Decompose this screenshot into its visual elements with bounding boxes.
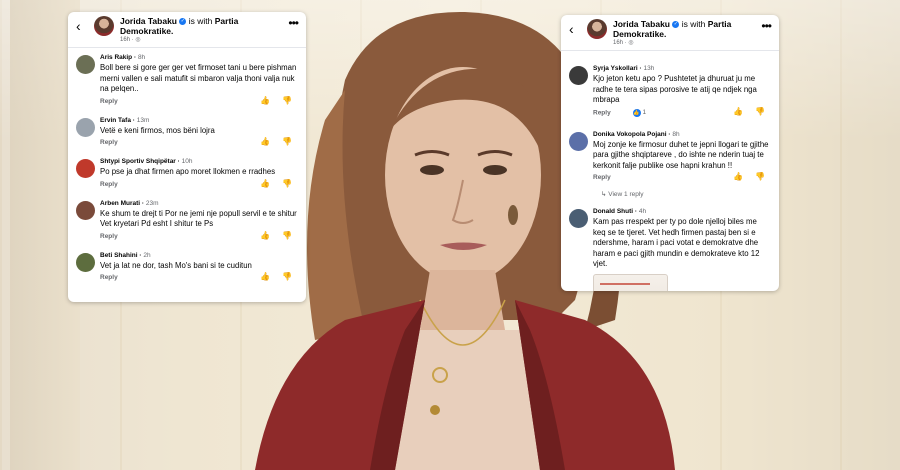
comment-time: 23m	[145, 199, 159, 207]
comment-text: Moj zonje ke firmosur duhet te jepni llo…	[593, 139, 769, 170]
comment-time: 8h	[672, 130, 680, 138]
with-text: is with	[681, 19, 706, 29]
comment: Donika Vokopola Pojani · 8h Moj zonje ke…	[561, 130, 779, 198]
reply-button[interactable]: Reply	[100, 98, 118, 105]
commenter-avatar[interactable]	[569, 131, 588, 151]
comments-screenshot-right: ‹ Jorida Tabaku ✓ is with Partia Demokra…	[561, 15, 779, 291]
dislike-icon[interactable]: 👎	[282, 179, 292, 188]
like-reaction-icon: 👍	[632, 108, 641, 117]
comment-text: Kam pas rrespekt per ty po dole njelloj …	[593, 217, 760, 268]
like-icon[interactable]: 👍	[260, 179, 270, 188]
dislike-icon[interactable]: 👎	[755, 107, 765, 116]
author-name[interactable]: Jorida Tabaku	[120, 16, 177, 26]
comment-time: 10h	[181, 158, 193, 165]
commenter-avatar[interactable]	[569, 66, 588, 85]
like-count: 1	[642, 109, 647, 117]
post-time: 16h · ◎	[613, 40, 634, 46]
commenter-name[interactable]: Shtypi Sportiv Shqipëtar	[100, 158, 176, 165]
dislike-icon[interactable]: 👎	[282, 272, 292, 281]
globe-icon: ◎	[135, 37, 141, 43]
post-title: Jorida Tabaku ✓ is with Partia Demokrati…	[120, 16, 280, 36]
comment-time: 13h	[643, 65, 655, 72]
comment: Donald Shuti · 4h Kam pas rrespekt per t…	[561, 208, 779, 291]
reply-button[interactable]: Reply	[100, 274, 118, 281]
with-text: is with	[188, 16, 213, 26]
comment-text: Vet ja lat ne dor, tash Mo's bani si te …	[100, 260, 252, 270]
more-options-icon[interactable]: •••	[761, 19, 772, 33]
commenter-name[interactable]: Donika Vokopola Pojani	[593, 131, 667, 138]
commenter-avatar[interactable]	[569, 209, 588, 228]
commenter-name[interactable]: Donald Shuti	[593, 208, 633, 215]
comment-text: Boll bere si gore ger ger vet firmoset t…	[100, 63, 297, 93]
comment: Beti Shahini · 2h Vet ja lat ne dor, tas…	[68, 252, 306, 285]
comment-time: 2h	[143, 251, 151, 259]
like-icon[interactable]: 👍	[260, 231, 270, 240]
commenter-name[interactable]: Arben Murati	[100, 200, 140, 207]
like-icon[interactable]: 👍	[733, 107, 743, 116]
comment: Ervin Tafa · 13m Vetë e keni firmos, mos…	[68, 117, 306, 150]
verified-badge-icon: ✓	[179, 18, 187, 26]
dislike-icon[interactable]: 👎	[282, 96, 292, 105]
author-avatar[interactable]	[94, 16, 114, 36]
like-icon[interactable]: 👍	[260, 272, 270, 281]
reply-arrow-icon: ↳	[601, 191, 607, 198]
more-options-icon[interactable]: •••	[288, 16, 299, 30]
like-icon[interactable]: 👍	[733, 172, 743, 181]
commenter-avatar[interactable]	[76, 117, 95, 137]
comment-text: Po pse ja dhat firmen apo moret llokmen …	[100, 167, 276, 176]
like-icon[interactable]: 👍	[260, 96, 270, 105]
comment-time: 8h	[137, 54, 146, 61]
dislike-icon[interactable]: 👎	[282, 137, 292, 146]
reply-button[interactable]: Reply	[593, 109, 611, 116]
post-header: ‹ Jorida Tabaku ✓ is with Partia Demokra…	[561, 15, 779, 51]
comment-text: Kjo jeton ketu apo ? Pushtetet ja dhurua…	[593, 74, 757, 104]
reply-button[interactable]: Reply	[100, 139, 118, 146]
comment-time: 13m	[136, 116, 150, 124]
like-icon[interactable]: 👍	[260, 137, 270, 146]
reply-button[interactable]: Reply	[100, 181, 118, 188]
reply-button[interactable]: Reply	[593, 174, 611, 181]
reply-button[interactable]: Reply	[100, 233, 118, 240]
dislike-icon[interactable]: 👎	[282, 231, 292, 240]
commenter-name[interactable]: Ervin Tafa	[100, 117, 131, 124]
back-arrow-icon[interactable]: ‹	[76, 18, 81, 34]
comment: Shtypi Sportiv Shqipëtar · 10h Po pse ja…	[68, 158, 306, 191]
commenter-name[interactable]: Beti Shahini	[100, 252, 138, 259]
comment-attached-image[interactable]	[593, 273, 668, 291]
commenter-avatar[interactable]	[76, 159, 95, 178]
comment-text: Ke shum te drejt ti Por ne jemi nje popu…	[100, 208, 297, 229]
comment: Arben Murati · 23m Ke shum te drejt ti P…	[68, 200, 306, 243]
post-title: Jorida Tabaku ✓ is with Partia Demokrati…	[613, 19, 753, 39]
commenter-avatar[interactable]	[76, 55, 95, 74]
comment-text: Vetë e keni firmos, mos bëni lojra	[100, 125, 215, 135]
post-time: 16h · ◎	[120, 37, 141, 43]
author-avatar[interactable]	[587, 19, 607, 39]
dislike-icon[interactable]: 👎	[755, 172, 765, 181]
view-replies-link[interactable]: View 1 reply	[608, 191, 643, 198]
commenter-avatar[interactable]	[76, 252, 95, 272]
post-header: ‹ Jorida Tabaku ✓ is with Partia Demokra…	[68, 12, 306, 48]
comment: Aris Rakip · 8h Boll bere si gore ger ge…	[68, 54, 306, 108]
back-arrow-icon[interactable]: ‹	[569, 21, 574, 37]
commenter-avatar[interactable]	[76, 200, 95, 220]
globe-icon: ◎	[628, 40, 634, 46]
author-name[interactable]: Jorida Tabaku	[613, 19, 670, 29]
comment-time: 4h	[638, 208, 647, 215]
comments-screenshot-left: ‹ Jorida Tabaku ✓ is with Partia Demokra…	[68, 12, 306, 302]
verified-badge-icon: ✓	[672, 21, 680, 29]
commenter-name[interactable]: Aris Rakip	[100, 54, 132, 61]
commenter-name[interactable]: Syrja Yskollari	[593, 65, 638, 72]
comment: Syrja Yskollari · 13h Kjo jeton ketu apo…	[561, 65, 779, 119]
